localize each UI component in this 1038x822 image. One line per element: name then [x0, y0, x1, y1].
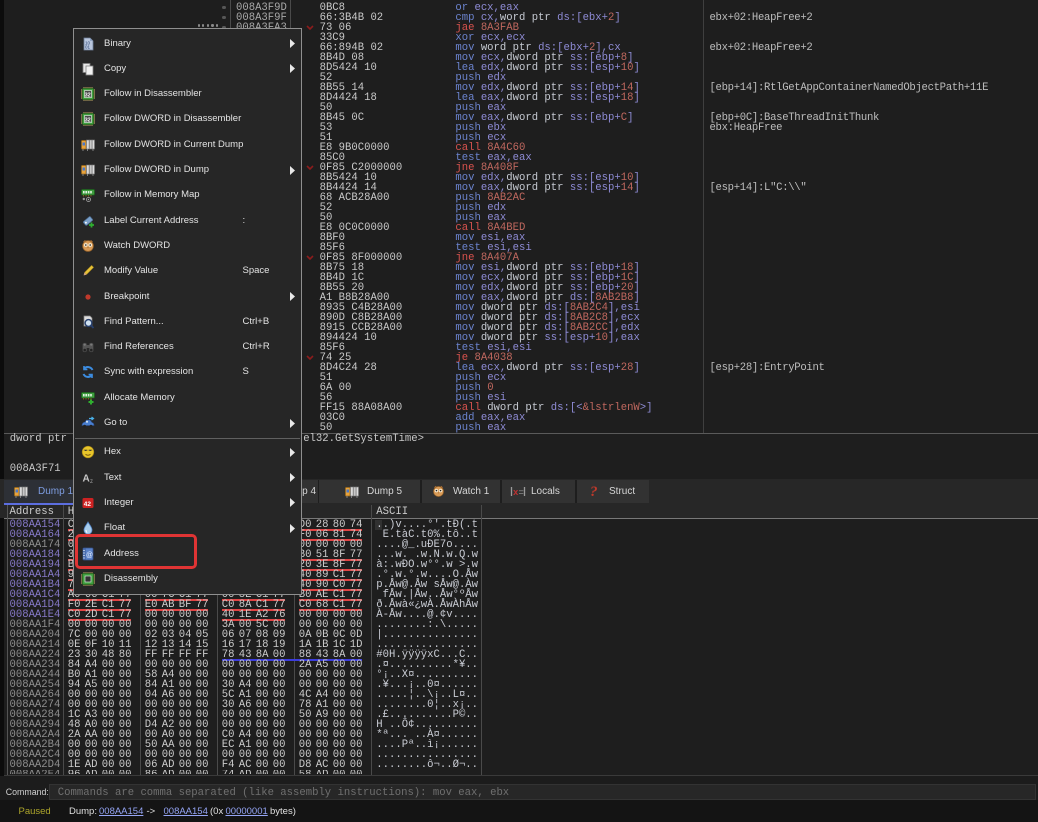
svg-text:A: A [83, 473, 90, 484]
svg-text:42: 42 [84, 501, 92, 508]
svg-text:32: 32 [85, 118, 91, 124]
svg-text:32: 32 [85, 93, 91, 99]
svg-text:=: = [519, 488, 524, 498]
svg-text:01: 01 [85, 44, 91, 49]
svg-text:?: ? [590, 484, 598, 499]
svg-text:z: z [90, 479, 93, 485]
